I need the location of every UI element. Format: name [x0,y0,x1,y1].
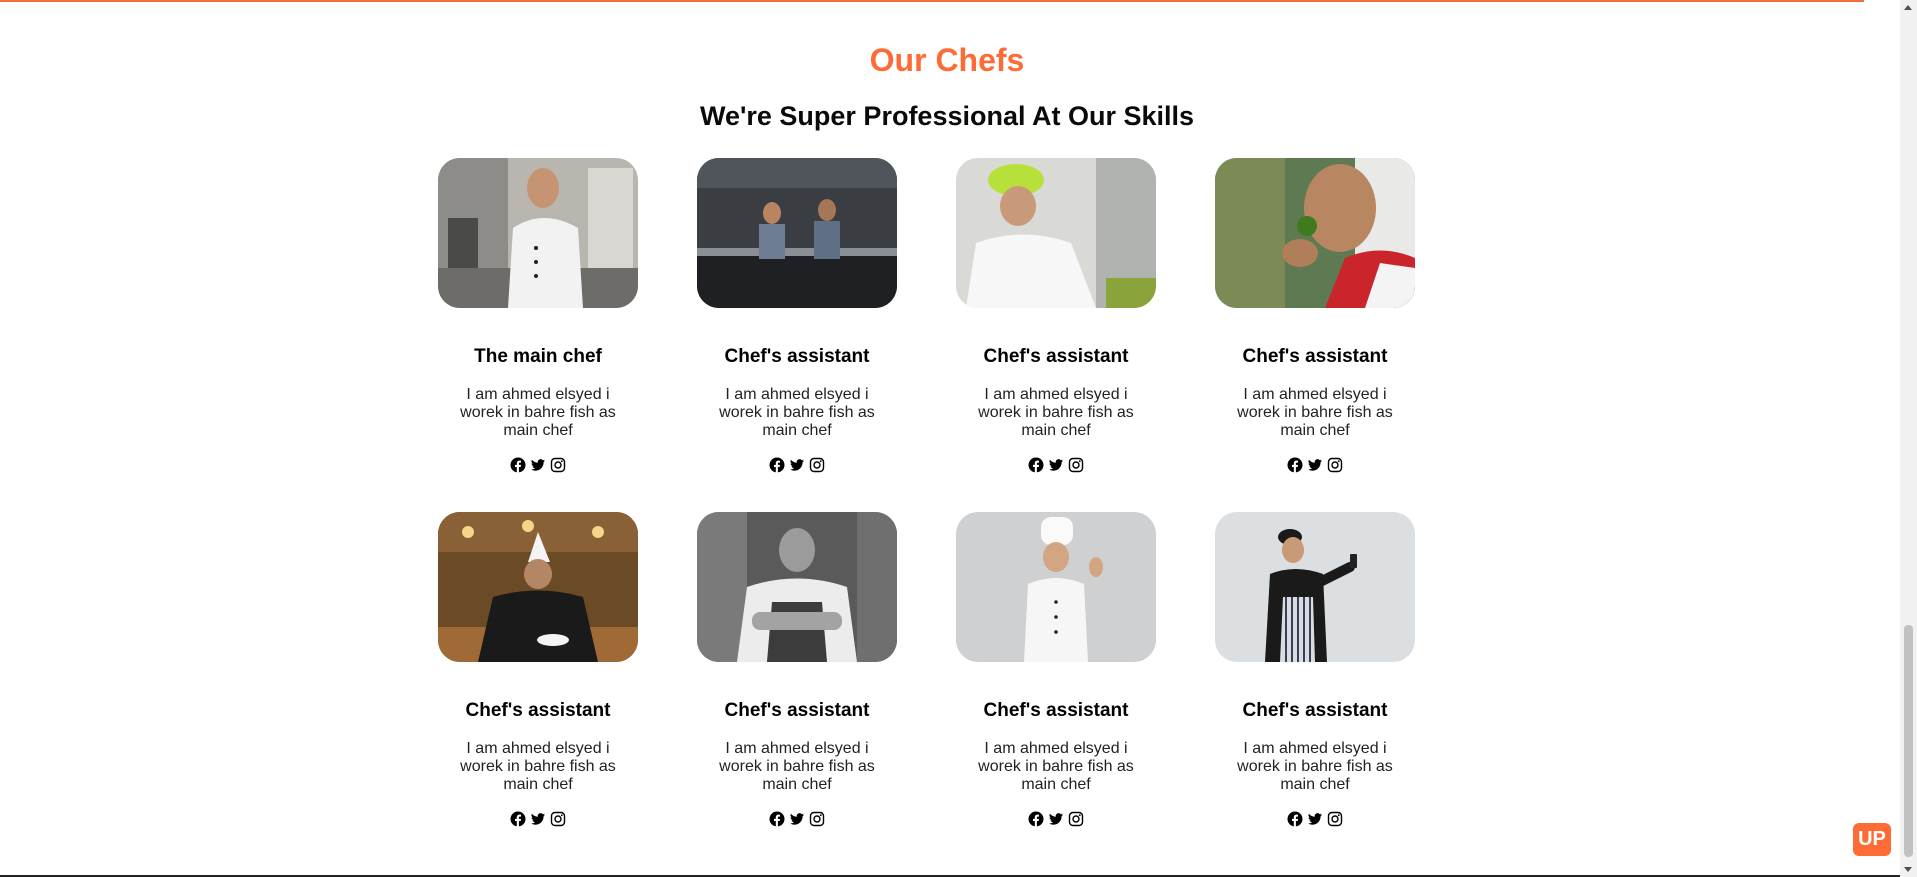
scroll-up-button[interactable]: UP [1853,823,1891,856]
chef-title: The main chef [474,346,602,367]
instagram-icon[interactable] [550,811,566,827]
twitter-icon[interactable] [530,457,546,473]
twitter-icon[interactable] [789,457,805,473]
chef-card: Chef's assistant I am ahmed elsyed i wor… [956,512,1156,827]
chef-white-coat-photo [438,158,638,308]
chef-card: Chef's assistant I am ahmed elsyed i wor… [1215,158,1415,473]
top-divider [0,0,1864,2]
section-subtitle: We're Super Professional At Our Skills [699,101,1195,131]
twitter-icon[interactable] [1048,811,1064,827]
chef-title: Chef's assistant [724,346,870,367]
chef-title: Chef's assistant [983,346,1129,367]
chef-card: Chef's assistant I am ahmed elsyed i wor… [697,158,897,473]
instagram-icon[interactable] [1068,457,1084,473]
social-links [1215,811,1415,827]
chef-striped-apron-phone-photo [1215,512,1415,662]
facebook-icon[interactable] [510,457,526,473]
chef-card: Chef's assistant I am ahmed elsyed i wor… [956,158,1156,473]
chef-card: The main chef I am ahmed elsyed i worek … [438,158,638,473]
chef-bio: I am ahmed elsyed i worek in bahre fish … [978,740,1134,793]
instagram-icon[interactable] [1327,457,1343,473]
chef-card: Chef's assistant I am ahmed elsyed i wor… [438,512,638,827]
social-links [956,811,1156,827]
chef-title: Chef's assistant [724,700,870,721]
twitter-icon[interactable] [1307,811,1323,827]
scrollbar-thumb[interactable] [1904,625,1913,857]
social-links [697,811,897,827]
section-title: Our Chefs [869,42,1025,78]
twitter-icon[interactable] [1307,457,1323,473]
twitter-icon[interactable] [789,811,805,827]
chef-title: Chef's assistant [983,700,1129,721]
facebook-icon[interactable] [510,811,526,827]
chef-bio: I am ahmed elsyed i worek in bahre fish … [719,740,875,793]
chef-bio: I am ahmed elsyed i worek in bahre fish … [978,386,1134,439]
social-links [438,457,638,473]
instagram-icon[interactable] [809,457,825,473]
social-links [697,457,897,473]
social-links [1215,457,1415,473]
chef-card: Chef's assistant I am ahmed elsyed i wor… [1215,512,1415,827]
instagram-icon[interactable] [809,811,825,827]
chef-apron-arms-crossed-photo [697,512,897,662]
social-links [956,457,1156,473]
chef-title: Chef's assistant [1242,346,1388,367]
facebook-icon[interactable] [769,457,785,473]
scroll-up-arrow-icon[interactable] [1904,5,1912,10]
facebook-icon[interactable] [1028,811,1044,827]
chef-title: Chef's assistant [465,700,611,721]
chef-bio: I am ahmed elsyed i worek in bahre fish … [1237,386,1393,439]
twitter-icon[interactable] [1048,457,1064,473]
instagram-icon[interactable] [1327,811,1343,827]
chef-tall-hat-restaurant-photo [438,512,638,662]
chef-bio: I am ahmed elsyed i worek in bahre fish … [460,386,616,439]
chef-bio: I am ahmed elsyed i worek in bahre fish … [460,740,616,793]
instagram-icon[interactable] [550,457,566,473]
scroll-down-arrow-icon[interactable] [1904,867,1912,872]
chef-bio: I am ahmed elsyed i worek in bahre fish … [1237,740,1393,793]
chef-ok-sign-photo [956,512,1156,662]
chef-card: Chef's assistant I am ahmed elsyed i wor… [697,512,897,827]
social-links [438,811,638,827]
chef-bio: I am ahmed elsyed i worek in bahre fish … [719,386,875,439]
chefs-grid: The main chef I am ahmed elsyed i worek … [438,158,1415,827]
two-chefs-kitchen-photo [697,158,897,308]
chef-title: Chef's assistant [1242,700,1388,721]
facebook-icon[interactable] [1287,811,1303,827]
facebook-icon[interactable] [769,811,785,827]
facebook-icon[interactable] [1028,457,1044,473]
chef-green-hat-photo [956,158,1156,308]
facebook-icon[interactable] [1287,457,1303,473]
instagram-icon[interactable] [1068,811,1084,827]
scrollbar[interactable] [1900,0,1917,877]
twitter-icon[interactable] [530,811,546,827]
chef-smelling-herb-photo [1215,158,1415,308]
